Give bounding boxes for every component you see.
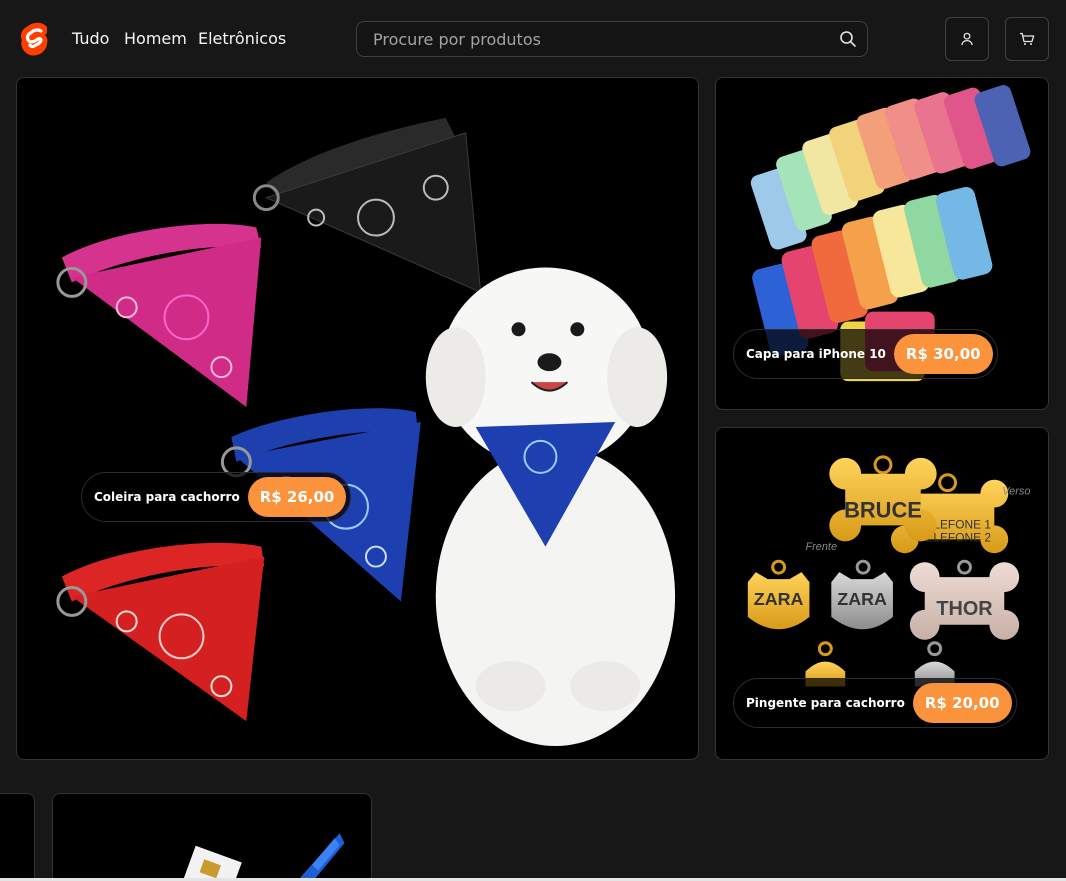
product-image [0, 794, 34, 881]
product-name: Pingente para cachorro [746, 696, 905, 710]
dog-collar-image [56, 117, 676, 747]
carousel-item[interactable] [52, 793, 372, 881]
black-bandana-image [252, 117, 482, 294]
product-name: Capa para iPhone 10 [746, 347, 886, 361]
product-price: R$ 30,00 [893, 334, 993, 374]
account-button[interactable] [945, 17, 989, 61]
price-tag-dog-tag: Pingente para cachorro R$ 20,00 [733, 678, 1017, 728]
search-bar [356, 21, 868, 57]
nav-link-eletronicos[interactable]: Eletrônicos [198, 29, 286, 48]
search-input[interactable] [357, 22, 867, 56]
product-name: Coleira para cachorro [94, 490, 240, 504]
white-dog-image [425, 267, 676, 747]
product-tile-dog-collar[interactable]: Coleira para cachorro R$ 26,00 [16, 77, 699, 760]
nav-link-homem[interactable]: Homem [124, 29, 187, 48]
svg-text:Verso: Verso [1002, 486, 1030, 498]
cart-button[interactable] [1005, 17, 1049, 61]
product-tile-iphone-case[interactable]: Capa para iPhone 10 R$ 30,00 [715, 77, 1049, 410]
product-tile-dog-tag[interactable]: TELEFONE 1 TELEFONE 2 Verso BRUCE Frente… [715, 427, 1049, 760]
svg-text:ZARA: ZARA [837, 589, 887, 609]
price-tag-iphone-case: Capa para iPhone 10 R$ 30,00 [733, 329, 998, 379]
pink-bandana-image [56, 223, 262, 408]
svg-text:Frente: Frente [805, 541, 837, 553]
price-tag-dog-collar: Coleira para cachorro R$ 26,00 [81, 472, 352, 522]
product-price: R$ 26,00 [247, 477, 347, 517]
red-bandana-image [56, 542, 265, 722]
carousel-item[interactable] [0, 793, 35, 881]
svelte-logo-icon[interactable] [20, 22, 52, 58]
product-price: R$ 20,00 [912, 683, 1012, 723]
search-icon[interactable] [839, 30, 857, 48]
cart-icon [1020, 32, 1035, 45]
svg-text:ZARA: ZARA [754, 589, 804, 609]
product-image [182, 833, 345, 881]
user-icon [961, 32, 973, 46]
svg-text:BRUCE: BRUCE [844, 497, 922, 522]
svg-text:THOR: THOR [936, 598, 992, 620]
nav-link-tudo[interactable]: Tudo [72, 29, 109, 48]
